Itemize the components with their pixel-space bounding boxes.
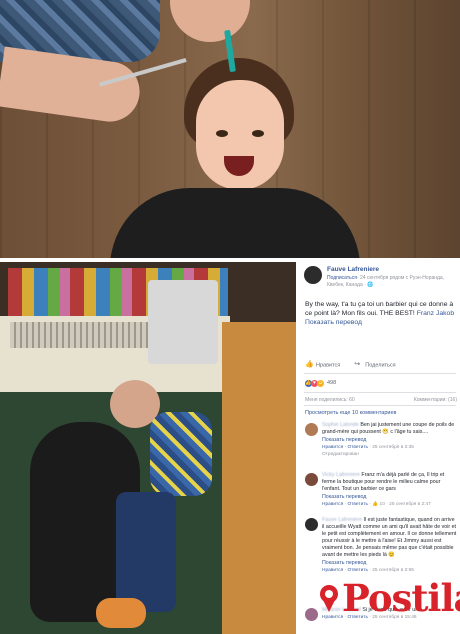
share-label: Поделиться xyxy=(365,362,396,369)
globe-icon: 🌐 xyxy=(367,282,374,288)
commenter-name[interactable]: Vicky Lafreniere xyxy=(322,472,360,478)
comment-time: · 25 сентября в 2:55 xyxy=(369,568,414,573)
comment-reply-link[interactable]: Ответить xyxy=(347,445,368,450)
wooden-door xyxy=(222,322,296,634)
comment-meta: Нравится · Ответить · 👍 10 · 25 сентября… xyxy=(322,502,431,507)
author-name[interactable]: Fauve Lafreniere xyxy=(327,266,379,273)
like-button[interactable]: 👍 Нравится xyxy=(305,361,340,369)
comment-like-link[interactable]: Нравится xyxy=(322,445,343,450)
comment-meta: Нравится · Ответить · 25 сентября в 2:35… xyxy=(322,445,414,457)
like-label: Нравится xyxy=(316,362,341,369)
comment-like-link[interactable]: Нравится xyxy=(322,502,343,507)
share-button[interactable]: ↪ Поделиться xyxy=(354,361,395,369)
mention-link[interactable]: Franz Jakob xyxy=(417,310,454,317)
comment-meta: Нравится · Ответить · 25 сентября в 2:55 xyxy=(322,568,414,573)
commenter-avatar[interactable] xyxy=(305,423,318,436)
divider xyxy=(304,405,456,406)
commenter-name[interactable]: Fauve Lafreniere xyxy=(322,517,362,523)
comment-translate-link[interactable]: Показать перевод xyxy=(322,493,457,501)
comment-body: Vicky Lafreniere Franz m'a déjà parlé de… xyxy=(322,472,457,508)
haircut-photo xyxy=(0,0,460,258)
comment-reply-link[interactable]: Ответить xyxy=(347,568,368,573)
commenter-avatar[interactable] xyxy=(305,473,318,486)
commenter-name[interactable]: Sophie Lalonde xyxy=(322,422,359,428)
comment-translate-link[interactable]: Показать перевод xyxy=(322,559,457,567)
post-meta: Подписаться· 24 сентября рядом с Руэн-Но… xyxy=(327,275,457,289)
trash-bin xyxy=(148,280,218,364)
reaction-count: 498 xyxy=(327,380,337,386)
view-more-comments-link[interactable]: Просмотреть еще 10 комментариев xyxy=(305,410,396,416)
divider xyxy=(304,373,456,374)
comment-edited: Отредактирован xyxy=(322,452,359,457)
author-avatar[interactable] xyxy=(304,266,322,284)
comments-count[interactable]: Комментарии: (16) xyxy=(414,397,457,403)
boy-shoe xyxy=(96,598,146,628)
radiator xyxy=(10,322,150,348)
like-count-icon: 👍 xyxy=(372,502,379,507)
reactions-bar[interactable]: 👍 ♥ ☺ 498 xyxy=(305,378,336,388)
divider xyxy=(304,392,456,393)
pin-icon xyxy=(320,585,338,612)
watermark-text: Postila xyxy=(342,576,460,620)
comment-react-count: 10 xyxy=(379,502,385,507)
commenter-avatar[interactable] xyxy=(305,518,318,531)
child-eye-left xyxy=(216,130,228,137)
comment-time: · 25 сентября в 2:35 xyxy=(369,445,414,450)
post-actions: 👍 Нравится ↪ Поделиться xyxy=(305,359,455,371)
follow-link[interactable]: Подписаться xyxy=(327,275,357,281)
boy-jeans xyxy=(116,492,176,612)
comment-text: Il est juste fantastique, quand on arriv… xyxy=(322,517,457,558)
comment-translate-link[interactable]: Показать перевод xyxy=(322,436,457,444)
shares-count[interactable]: Меня поделились: 60 xyxy=(305,397,355,403)
thumbs-up-icon: 👍 xyxy=(305,361,314,368)
comment-time: · 25 сентября в 2:47 xyxy=(386,502,431,507)
comment-body: Fauve Lafreniere Il est juste fantastiqu… xyxy=(322,517,457,574)
child-eye-right xyxy=(252,130,264,137)
comment-reply-link[interactable]: Ответить xyxy=(347,502,368,507)
post-header: Fauve Lafreniere Подписаться· 24 сентябр… xyxy=(300,262,460,294)
share-icon: ↪ xyxy=(354,361,361,368)
comment-body: Sophie Lalonde Ben jai justement une cou… xyxy=(322,422,457,458)
haha-reaction-icon: ☺ xyxy=(317,379,324,387)
barbershop-floor-photo xyxy=(0,262,296,634)
boy-plaid-shirt xyxy=(150,412,212,496)
translate-link[interactable]: Показать перевод xyxy=(305,319,362,326)
postila-watermark: Postila xyxy=(318,576,460,620)
post-text: By the way, t'a tu ça toi un barbier qui… xyxy=(305,300,457,327)
comment-like-link[interactable]: Нравится xyxy=(322,568,343,573)
commenter-avatar[interactable] xyxy=(305,608,318,621)
post-counts: Меня поделились: 60 Комментарии: (16) xyxy=(305,397,457,403)
